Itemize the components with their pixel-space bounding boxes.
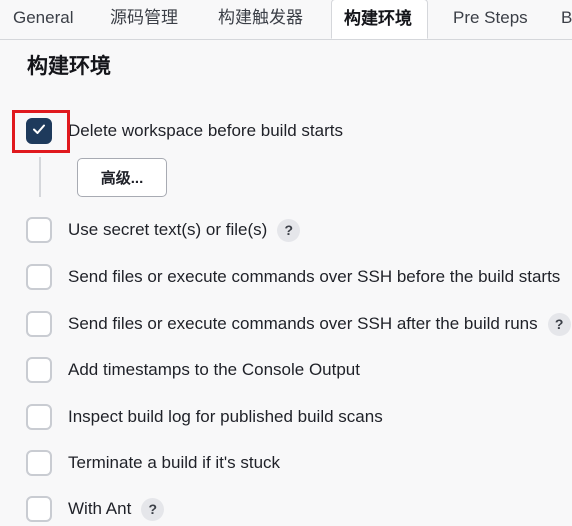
ssh-after-checkbox[interactable] <box>26 311 52 337</box>
option-delete-workspace[interactable]: Delete workspace before build starts <box>26 116 343 146</box>
highlight-box <box>12 110 70 153</box>
option-label: Terminate a build if it's stuck <box>68 453 281 472</box>
config-tabs: General 源码管理 构建触发器 构建环境 Pre Steps B <box>0 0 572 40</box>
build-environment-page: General 源码管理 构建触发器 构建环境 Pre Steps B 构建环境… <box>0 0 572 526</box>
section-title: 构建环境 <box>27 55 111 78</box>
help-icon[interactable]: ? <box>547 312 571 336</box>
tab-pre-steps[interactable]: Pre Steps <box>453 0 528 36</box>
timestamps-checkbox[interactable] <box>26 357 52 383</box>
inspect-log-checkbox[interactable] <box>26 404 52 430</box>
option-inspect-build-log[interactable]: Inspect build log for published build sc… <box>26 402 383 432</box>
option-ssh-before-build[interactable]: Send files or execute commands over SSH … <box>26 262 560 292</box>
help-icon[interactable]: ? <box>141 497 165 521</box>
advanced-button[interactable]: 高级... <box>77 158 167 197</box>
option-terminate-stuck-build[interactable]: Terminate a build if it's stuck <box>26 448 280 478</box>
option-label: Delete workspace before build starts <box>68 121 343 140</box>
option-label: Use secret text(s) or file(s) <box>68 220 268 239</box>
tab-build-environment[interactable]: 构建环境 <box>331 0 428 39</box>
option-label: With Ant <box>68 499 132 518</box>
option-label: Add timestamps to the Console Output <box>68 360 360 379</box>
nested-divider <box>39 157 41 197</box>
option-ssh-after-build[interactable]: Send files or execute commands over SSH … <box>26 309 571 339</box>
help-icon[interactable]: ? <box>277 218 301 242</box>
ssh-before-checkbox[interactable] <box>26 264 52 290</box>
option-label: Inspect build log for published build sc… <box>68 407 383 426</box>
tab-build-triggers[interactable]: 构建触发器 <box>218 0 303 36</box>
use-secret-checkbox[interactable] <box>26 217 52 243</box>
option-add-timestamps[interactable]: Add timestamps to the Console Output <box>26 355 360 385</box>
option-label: Send files or execute commands over SSH … <box>68 267 561 286</box>
option-label: Send files or execute commands over SSH … <box>68 314 538 333</box>
option-with-ant[interactable]: With Ant ? <box>26 494 165 524</box>
tab-source-code-management[interactable]: 源码管理 <box>110 0 178 36</box>
option-use-secret-text[interactable]: Use secret text(s) or file(s) ? <box>26 215 301 245</box>
tab-general[interactable]: General <box>13 0 73 36</box>
with-ant-checkbox[interactable] <box>26 496 52 522</box>
tab-b-truncated[interactable]: B <box>561 0 572 36</box>
terminate-stuck-checkbox[interactable] <box>26 450 52 476</box>
